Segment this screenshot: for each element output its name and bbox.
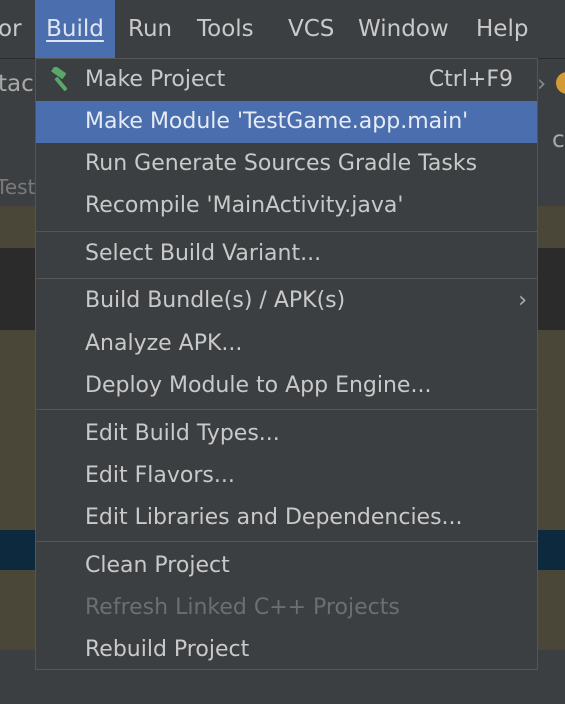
menu-item-make-module[interactable]: Make Module 'TestGame.app.main' xyxy=(36,101,537,143)
menu-run[interactable]: Run xyxy=(128,0,172,58)
menu-separator xyxy=(36,231,537,232)
rebuild-project-label: Rebuild Project xyxy=(85,637,250,662)
menu-item-refresh-cpp: Refresh Linked C++ Projects xyxy=(36,587,537,629)
toolbar-text: tac xyxy=(0,71,34,97)
deploy-app-engine-label: Deploy Module to App Engine... xyxy=(85,373,432,398)
menu-window[interactable]: Window xyxy=(358,0,449,58)
make-project-label: Make Project xyxy=(85,67,226,92)
menu-build[interactable]: Build xyxy=(35,0,115,58)
edit-flavors-label: Edit Flavors... xyxy=(85,463,235,488)
make-module-label: Make Module 'TestGame.app.main' xyxy=(85,109,469,134)
chevron-right-icon: › xyxy=(537,71,547,97)
submenu-arrow-icon: › xyxy=(518,288,527,313)
menu-item-edit-flavors[interactable]: Edit Flavors... xyxy=(36,455,537,497)
run-generate-sources-label: Run Generate Sources Gradle Tasks xyxy=(85,151,478,176)
clean-project-label: Clean Project xyxy=(85,553,230,578)
menu-item-build-bundle-apk[interactable]: Build Bundle(s) / APK(s) › xyxy=(36,280,537,322)
menu-editor[interactable]: or xyxy=(0,0,22,58)
menu-item-analyze-apk[interactable]: Analyze APK... xyxy=(36,323,537,365)
hammer-icon xyxy=(51,67,68,92)
right-edge-text: c xyxy=(552,127,565,153)
make-project-shortcut: Ctrl+F9 xyxy=(428,67,513,92)
menu-item-run-generate-sources[interactable]: Run Generate Sources Gradle Tasks xyxy=(36,143,537,185)
menu-item-deploy-app-engine[interactable]: Deploy Module to App Engine... xyxy=(36,365,537,407)
menu-item-clean-project[interactable]: Clean Project xyxy=(36,545,537,587)
menu-separator xyxy=(36,541,537,542)
menu-item-recompile[interactable]: Recompile 'MainActivity.java' xyxy=(36,185,537,227)
menu-item-edit-build-types[interactable]: Edit Build Types... xyxy=(36,413,537,455)
menu-item-rebuild-project[interactable]: Rebuild Project xyxy=(36,629,537,671)
menu-vcs[interactable]: VCS xyxy=(288,0,334,58)
menu-item-make-project[interactable]: Make Project Ctrl+F9 xyxy=(36,59,537,101)
select-build-variant-label: Select Build Variant... xyxy=(85,241,322,266)
menu-item-select-build-variant[interactable]: Select Build Variant... xyxy=(36,233,537,275)
analyze-apk-label: Analyze APK... xyxy=(85,331,243,356)
menu-tools[interactable]: Tools xyxy=(197,0,254,58)
menu-separator xyxy=(36,409,537,410)
build-bundle-apk-label: Build Bundle(s) / APK(s) xyxy=(85,288,346,313)
refresh-cpp-label: Refresh Linked C++ Projects xyxy=(85,595,400,620)
menu-bar: or Build Run Tools VCS Window Help xyxy=(0,0,565,59)
build-menu-dropdown: Make Project Ctrl+F9 Make Module 'TestGa… xyxy=(35,58,538,670)
menu-help[interactable]: Help xyxy=(476,0,528,58)
menu-item-edit-libraries[interactable]: Edit Libraries and Dependencies... xyxy=(36,497,537,539)
editor-tab-label[interactable]: Test xyxy=(0,175,35,199)
menu-separator xyxy=(36,278,537,279)
edit-libraries-label: Edit Libraries and Dependencies... xyxy=(85,505,463,530)
edit-build-types-label: Edit Build Types... xyxy=(85,421,280,446)
recompile-label: Recompile 'MainActivity.java' xyxy=(85,193,404,218)
